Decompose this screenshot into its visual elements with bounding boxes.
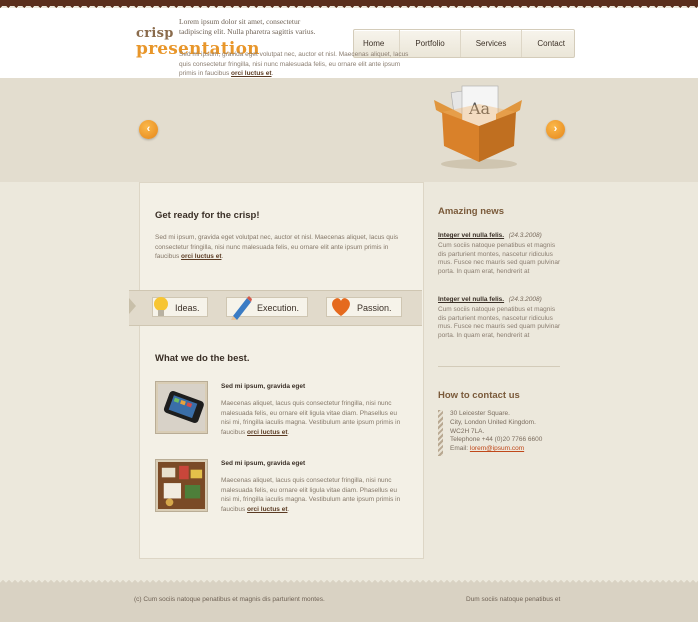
item-link[interactable]: orci luctus et — [247, 506, 287, 513]
pill-label: Execution. — [257, 303, 300, 313]
footer-right-text: Dum sociis natoque penatibus et — [466, 596, 561, 603]
item-title: Sed mi ipsum, gravida eget — [221, 460, 306, 467]
email-link[interactable]: lorem@ipsum.com — [470, 445, 524, 452]
news-heading: Amazing news — [438, 206, 504, 217]
sidebar-divider — [438, 366, 560, 367]
item-thumbnail-phone[interactable] — [155, 381, 208, 434]
news-date: (24.3.2008) — [508, 232, 542, 239]
hero-body-text: Sed mi ipsum, gravida eget volutpat nec,… — [179, 51, 409, 77]
open-box-illustration: Aa — [434, 85, 522, 169]
what-heading: What we do the best. — [155, 353, 250, 364]
pill-passion[interactable]: Passion. — [326, 297, 402, 317]
news-date: (24.3.2008) — [508, 296, 542, 303]
nav-services[interactable]: Services — [473, 35, 510, 52]
email-line: Email: lorem@ipsum.com — [450, 445, 568, 454]
ready-link[interactable]: orci luctus et — [181, 253, 221, 260]
main-content-card: Get ready for the crisp! Sed mi ipsum, g… — [139, 182, 424, 559]
ready-heading: Get ready for the crisp! — [155, 210, 260, 221]
news-link[interactable]: Integer vel nulla felis. — [438, 296, 504, 303]
chevron-left-icon: ‹ — [146, 123, 151, 135]
nav-separator — [459, 30, 461, 57]
hero-link[interactable]: orci luctus et — [231, 70, 271, 77]
contact-heading: How to contact us — [438, 390, 520, 401]
slider-next-button[interactable]: › — [546, 120, 565, 139]
news-link[interactable]: Integer vel nulla felis. — [438, 232, 504, 239]
item-link[interactable]: orci luctus et — [247, 429, 287, 436]
item-text: Maecenas aliquet, lacus quis consectetur… — [221, 400, 401, 436]
item-text: Maecenas aliquet, lacus quis consectetur… — [221, 477, 401, 513]
desk-photo-image — [158, 462, 205, 509]
pencil-icon — [231, 296, 252, 320]
news-text: Cum sociis natoque penatibus et magnis d… — [438, 306, 561, 339]
address-line: WC2H 7LA. — [450, 427, 485, 435]
footer — [0, 582, 698, 622]
nav-contact[interactable]: Contact — [534, 35, 568, 52]
item-thumbnail-desk[interactable] — [155, 459, 208, 512]
footer-copyright: (c) Cum sociis natoque penatibus et magn… — [134, 596, 325, 603]
hero-body-copy: Sed mi ipsum, gravida eget volutpat nec,… — [179, 51, 409, 77]
footer-zigzag-border — [0, 577, 698, 583]
phone-line: Telephone +44 (0)20 7766 6600 — [450, 436, 543, 444]
news-item: Integer vel nulla felis. (24.3.2008) Cum… — [438, 224, 562, 276]
phone-photo-image — [158, 384, 205, 431]
heart-icon — [332, 298, 350, 316]
chevron-right-icon: › — [553, 123, 558, 135]
nav-portfolio[interactable]: Portfolio — [412, 35, 447, 52]
slider-prev-button[interactable]: ‹ — [139, 120, 158, 139]
news-text: Cum sociis natoque penatibus et magnis d… — [438, 242, 561, 275]
contact-address: 30 Leicester Square. City, London United… — [438, 410, 568, 454]
address-line: City, London United Kingdom. — [450, 418, 536, 426]
lightbulb-icon — [154, 297, 168, 316]
item-title: Sed mi ipsum, gravida eget — [221, 383, 306, 390]
nav-separator — [521, 30, 523, 57]
ready-text: Sed mi ipsum, gravida eget volutpat nec,… — [155, 234, 399, 260]
hero-slider — [0, 78, 698, 182]
pill-ideas[interactable]: Ideas. — [152, 297, 208, 317]
hero-intro-text: Lorem ipsum dolor sit amet, consectetur … — [179, 17, 316, 36]
pill-label: Ideas. — [175, 303, 200, 313]
pill-label: Passion. — [357, 303, 392, 313]
email-label: Email: — [450, 445, 469, 453]
pill-execution[interactable]: Execution. — [226, 296, 308, 320]
address-line: 30 Leicester Square. — [450, 410, 510, 417]
ribbon-tail — [129, 298, 136, 314]
news-item: Integer vel nulla felis. (24.3.2008) Cum… — [438, 288, 562, 340]
